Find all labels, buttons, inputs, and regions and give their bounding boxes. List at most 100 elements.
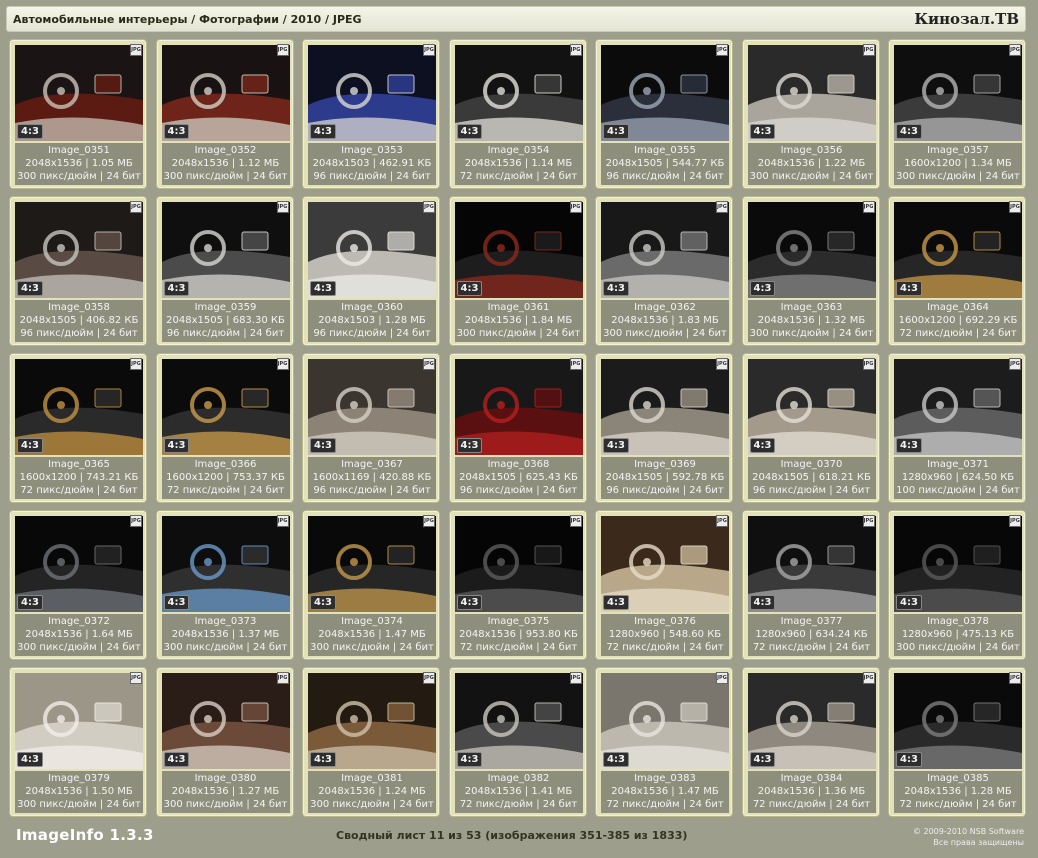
jpg-file-icon: JPG — [716, 201, 728, 213]
thumbnail-image[interactable]: 4:3 — [161, 45, 290, 141]
thumbnail-card[interactable]: 4:3 JPG Image_0384 2048x1536 | 1.36 МБ 72 пи… — [742, 668, 879, 816]
thumbnail-card[interactable]: 4:3 JPG Image_0351 2048x1536 | 1.05 МБ 300 п… — [10, 40, 146, 188]
thumbnail-card[interactable]: 4:3 JPG Image_0369 2048x1505 | 592.78 КБ 96 … — [596, 354, 732, 502]
thumbnail-image[interactable]: 4:3 — [161, 202, 290, 298]
thumbnail-image[interactable]: 4:3 — [601, 673, 729, 769]
thumbnail-image[interactable]: 4:3 — [454, 516, 583, 612]
thumbnail-image[interactable]: 4:3 — [894, 516, 1022, 612]
thumbnail-card[interactable]: 4:3 JPG Image_0374 2048x1536 | 1.47 МБ 300 п… — [303, 511, 439, 659]
jpg-file-icon: JPG — [1009, 672, 1021, 684]
thumbnail-image[interactable]: 4:3 — [601, 45, 729, 141]
image-filename: Image_0355 — [634, 145, 696, 156]
image-dims-size: 2048x1536 | 1.14 МБ — [464, 158, 573, 169]
thumbnail-image[interactable]: 4:3 — [308, 359, 436, 455]
thumbnail-image[interactable]: 4:3 — [894, 45, 1022, 141]
thumbnail-image[interactable]: 4:3 — [601, 202, 729, 298]
thumbnail-image[interactable]: 4:3 — [454, 45, 583, 141]
thumbnail-card[interactable]: 4:3 JPG Image_0375 2048x1536 | 953.80 КБ 72 … — [449, 511, 586, 659]
thumbnail-card[interactable]: 4:3 JPG Image_0371 1280x960 | 624.50 КБ 100 … — [889, 354, 1025, 502]
thumbnail-image[interactable]: 4:3 — [15, 45, 143, 141]
thumbnail-image[interactable]: 4:3 — [15, 673, 143, 769]
image-filename: Image_0353 — [341, 145, 403, 156]
thumbnail-image[interactable]: 4:3 — [601, 516, 729, 612]
image-dimensions: 2048x1536 — [611, 786, 669, 797]
thumbnail-image[interactable]: 4:3 — [15, 202, 143, 298]
thumbnail-card[interactable]: 4:3 JPG Image_0378 1280x960 | 475.13 КБ 300 … — [889, 511, 1025, 659]
thumbnail-image[interactable]: 4:3 — [894, 673, 1022, 769]
thumbnail-card[interactable]: 4:3 JPG Image_0368 2048x1505 | 625.43 КБ 96 … — [449, 354, 586, 502]
thumbnail-image[interactable]: 4:3 — [15, 516, 143, 612]
thumbnail-card[interactable]: 4:3 JPG Image_0360 2048x1503 | 1.28 МБ 96 пи… — [303, 197, 439, 345]
thumbnail-image[interactable]: 4:3 — [308, 673, 436, 769]
thumbnail-card[interactable]: 4:3 JPG Image_0361 2048x1536 | 1.84 МБ 300 п… — [449, 197, 586, 345]
thumbnail-card[interactable]: 4:3 JPG Image_0364 1600x1200 | 692.29 КБ 72 … — [889, 197, 1025, 345]
thumbnail-image[interactable]: 4:3 — [747, 45, 876, 141]
image-bitdepth: 24 бит — [106, 799, 141, 810]
thumbnail-image[interactable]: 4:3 — [161, 359, 290, 455]
thumbnail-image[interactable]: 4:3 — [454, 202, 583, 298]
thumbnail-card[interactable]: 4:3 JPG Image_0381 2048x1536 | 1.24 МБ 300 п… — [303, 668, 439, 816]
thumbnail-image[interactable]: 4:3 — [308, 202, 436, 298]
thumbnail-image[interactable]: 4:3 — [161, 673, 290, 769]
thumbnail-image[interactable]: 4:3 — [161, 516, 290, 612]
thumbnail-card[interactable]: 4:3 JPG Image_0352 2048x1536 | 1.12 МБ 300 п… — [156, 40, 293, 188]
thumbnail-card[interactable]: 4:3 JPG Image_0385 2048x1536 | 1.28 МБ 72 пи… — [889, 668, 1025, 816]
thumbnail-card[interactable]: 4:3 JPG Image_0362 2048x1536 | 1.83 МБ 300 п… — [596, 197, 732, 345]
image-bitdepth: 24 бит — [982, 328, 1017, 339]
thumbnail-card[interactable]: 4:3 JPG Image_0353 2048x1503 | 462.91 КБ 96 … — [303, 40, 439, 188]
image-dimensions: 1280x960 — [901, 472, 953, 483]
thumbnail-card[interactable]: 4:3 JPG Image_0383 2048x1536 | 1.47 МБ 72 пи… — [596, 668, 732, 816]
thumbnail-card[interactable]: 4:3 JPG Image_0379 2048x1536 | 1.50 МБ 300 п… — [10, 668, 146, 816]
thumbnail-card[interactable]: 4:3 JPG Image_0376 1280x960 | 548.60 КБ 72 п… — [596, 511, 732, 659]
thumbnail-card[interactable]: 4:3 JPG Image_0358 2048x1505 | 406.82 КБ 96 … — [10, 197, 146, 345]
thumbnail-card[interactable]: 4:3 JPG Image_0370 2048x1505 | 618.21 КБ 96 … — [742, 354, 879, 502]
jpg-file-icon: JPG — [862, 672, 875, 684]
image-filesize: 1.24 МБ — [384, 786, 426, 797]
thumbnail-card[interactable]: 4:3 JPG Image_0382 2048x1536 | 1.41 МБ 72 пи… — [449, 668, 586, 816]
thumbnail-image[interactable]: 4:3 — [454, 359, 583, 455]
thumbnail-image[interactable]: 4:3 — [747, 359, 876, 455]
jpg-file-icon: JPG — [423, 358, 435, 370]
image-filename: Image_0371 — [927, 459, 989, 470]
jpg-file-icon: JPG — [423, 672, 435, 684]
thumbnail-image[interactable]: 4:3 — [747, 516, 876, 612]
thumbnail-card[interactable]: 4:3 JPG Image_0356 2048x1536 | 1.22 МБ 300 п… — [742, 40, 879, 188]
thumbnail-card[interactable]: 4:3 JPG Image_0355 2048x1505 | 544.77 КБ 96 … — [596, 40, 732, 188]
thumbnail-card[interactable]: 4:3 JPG Image_0367 1600x1169 | 420.88 КБ 96 … — [303, 354, 439, 502]
image-info: Image_0378 1280x960 | 475.13 КБ 300 пикс/д… — [894, 614, 1022, 656]
image-resolution-depth: 72 пикс/дюйм | 24 бит — [459, 171, 578, 182]
thumbnail-card[interactable]: 4:3 JPG Image_0373 2048x1536 | 1.37 МБ 300 п… — [156, 511, 293, 659]
image-dimensions: 2048x1505 — [752, 472, 809, 483]
aspect-ratio-badge: 4:3 — [310, 124, 336, 139]
thumbnail-image[interactable]: 4:3 — [747, 673, 876, 769]
copyright-line: Все права защищены — [933, 838, 1024, 847]
image-info: Image_0373 2048x1536 | 1.37 МБ 300 пикс/дю… — [161, 614, 290, 656]
thumbnail-image[interactable]: 4:3 — [894, 359, 1022, 455]
thumbnail-card[interactable]: 4:3 JPG Image_0366 1600x1200 | 753.37 КБ 72 … — [156, 354, 293, 502]
thumbnail-image[interactable]: 4:3 — [454, 673, 583, 769]
thumbnail-card[interactable]: 4:3 JPG Image_0372 2048x1536 | 1.64 МБ 300 п… — [10, 511, 146, 659]
image-filename: Image_0376 — [634, 616, 696, 627]
thumbnail-image[interactable]: 4:3 — [308, 516, 436, 612]
thumbnail-image[interactable]: 4:3 — [601, 359, 729, 455]
thumbnail-card[interactable]: 4:3 JPG Image_0377 1280x960 | 634.24 КБ 72 п… — [742, 511, 879, 659]
thumbnail-image[interactable]: 4:3 — [15, 359, 143, 455]
thumbnail-image[interactable]: 4:3 — [747, 202, 876, 298]
image-info: Image_0357 1600x1200 | 1.34 МБ 300 пикс/дю… — [894, 143, 1022, 185]
thumbnail-card[interactable]: 4:3 JPG Image_0363 2048x1536 | 1.32 МБ 300 п… — [742, 197, 879, 345]
thumbnail-card[interactable]: 4:3 JPG Image_0357 1600x1200 | 1.34 МБ 300 п… — [889, 40, 1025, 188]
image-dims-size: 2048x1536 | 1.05 МБ — [25, 158, 133, 169]
aspect-ratio-badge: 4:3 — [310, 752, 336, 767]
thumbnail-card[interactable]: 4:3 JPG Image_0359 2048x1505 | 683.30 КБ 96 … — [156, 197, 293, 345]
aspect-ratio-badge: 4:3 — [896, 438, 922, 453]
image-dpi: 72 пикс/дюйм — [752, 642, 827, 653]
thumbnail-card[interactable]: 4:3 JPG Image_0380 2048x1536 | 1.27 МБ 300 п… — [156, 668, 293, 816]
thumbnail-image[interactable]: 4:3 — [308, 45, 436, 141]
jpg-file-icon: JPG — [276, 358, 289, 370]
aspect-ratio-badge: 4:3 — [310, 281, 336, 296]
thumbnail-card[interactable]: 4:3 JPG Image_0354 2048x1536 | 1.14 МБ 72 пи… — [449, 40, 586, 188]
thumbnail-card[interactable]: 4:3 JPG Image_0365 1600x1200 | 743.21 КБ 72 … — [10, 354, 146, 502]
image-resolution-depth: 300 пикс/дюйм | 24 бит — [163, 642, 288, 653]
thumbnail-image[interactable]: 4:3 — [894, 202, 1022, 298]
image-dimensions: 2048x1536 — [171, 158, 229, 169]
